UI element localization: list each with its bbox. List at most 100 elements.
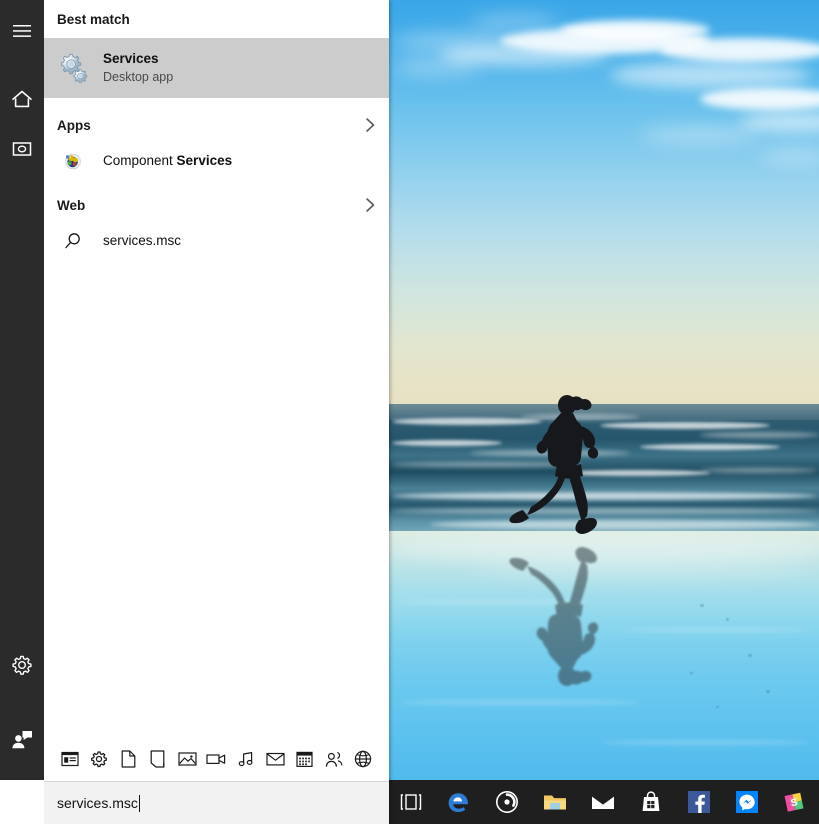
text-caret bbox=[139, 795, 140, 812]
result-text-web: services.msc bbox=[103, 232, 181, 250]
cloud bbox=[610, 62, 810, 88]
filter-people-button[interactable] bbox=[322, 745, 346, 773]
document-icon bbox=[121, 750, 136, 768]
home-icon bbox=[11, 89, 33, 109]
cloud bbox=[640, 128, 760, 142]
surf-line bbox=[392, 492, 818, 500]
wave bbox=[640, 444, 780, 450]
group-header-label: Apps bbox=[57, 118, 91, 133]
search-input-value: services.msc bbox=[57, 795, 138, 811]
sand-speck bbox=[690, 672, 693, 674]
groove-circle-icon bbox=[495, 790, 519, 814]
rail-bottom-group bbox=[0, 642, 44, 780]
photo-icon bbox=[178, 751, 197, 767]
chevron-right-icon[interactable] bbox=[361, 116, 379, 134]
folder-page-icon bbox=[150, 750, 165, 768]
cloud bbox=[470, 16, 560, 28]
filter-videos-button[interactable] bbox=[204, 745, 228, 773]
rail-item-hamburger-menu[interactable] bbox=[0, 8, 44, 54]
ripple bbox=[600, 740, 810, 745]
taskbar-item-microsoft-store[interactable] bbox=[627, 780, 675, 824]
rail-item-feedback[interactable] bbox=[0, 716, 44, 762]
wave bbox=[392, 440, 502, 446]
rail-item-notebook[interactable] bbox=[0, 126, 44, 172]
taskbar-item-messenger[interactable] bbox=[723, 780, 771, 824]
store-bag-icon bbox=[640, 790, 662, 814]
facebook-icon bbox=[687, 790, 711, 814]
ripple bbox=[620, 628, 810, 632]
filter-settings-button[interactable] bbox=[87, 745, 111, 773]
music-note-icon bbox=[237, 750, 255, 768]
taskbar-item-microsoft-edge[interactable] bbox=[435, 780, 483, 824]
sand-speck bbox=[766, 690, 770, 693]
cloud bbox=[392, 60, 482, 74]
sand-speck bbox=[700, 604, 704, 607]
filter-photos-button[interactable] bbox=[175, 745, 199, 773]
cloud bbox=[560, 20, 710, 40]
cloud bbox=[392, 34, 512, 50]
result-row-services[interactable]: Services Desktop app bbox=[44, 38, 389, 98]
people-icon bbox=[325, 750, 343, 768]
filter-calendar-button[interactable] bbox=[292, 745, 316, 773]
search-rail bbox=[0, 0, 44, 780]
filter-folders-button[interactable] bbox=[146, 745, 170, 773]
wave bbox=[700, 468, 818, 473]
result-subtitle: Desktop app bbox=[103, 69, 173, 86]
filter-web-button[interactable] bbox=[351, 745, 375, 773]
sand-speck bbox=[748, 654, 752, 657]
search-input[interactable]: services.msc bbox=[44, 781, 389, 824]
result-title-plain: Component bbox=[103, 153, 177, 168]
wave bbox=[600, 422, 770, 429]
surf-line bbox=[430, 520, 819, 529]
component-services-icon bbox=[57, 151, 89, 171]
services-gears-icon bbox=[57, 52, 89, 84]
result-row-web-servicesmsc[interactable]: services.msc bbox=[44, 224, 389, 258]
group-header-apps: Apps bbox=[44, 106, 389, 144]
rail-item-settings[interactable] bbox=[0, 642, 44, 688]
sand-sheen bbox=[392, 536, 819, 562]
envelope-icon bbox=[266, 752, 285, 766]
feedback-person-icon bbox=[10, 728, 34, 750]
taskbar-app-list: S bbox=[387, 780, 819, 824]
app-window-icon bbox=[61, 751, 79, 767]
search-magnifier-icon bbox=[57, 231, 89, 251]
calendar-icon bbox=[296, 750, 313, 768]
taskbar-item-sway[interactable]: S bbox=[771, 780, 819, 824]
filter-documents-button[interactable] bbox=[117, 745, 141, 773]
rail-item-home[interactable] bbox=[0, 76, 44, 122]
group-header-label: Best match bbox=[57, 12, 130, 27]
ripple bbox=[400, 700, 640, 705]
search-filter-bar bbox=[44, 736, 389, 780]
filter-music-button[interactable] bbox=[234, 745, 258, 773]
taskbar-item-facebook[interactable] bbox=[675, 780, 723, 824]
result-title: Services bbox=[103, 50, 173, 68]
runner-silhouette bbox=[495, 392, 605, 540]
group-header-label: Web bbox=[57, 198, 85, 213]
result-text-services: Services Desktop app bbox=[103, 50, 173, 85]
group-header-web: Web bbox=[44, 186, 389, 224]
task-view-icon bbox=[400, 792, 422, 812]
filter-email-button[interactable] bbox=[263, 745, 287, 773]
result-text-component-services: Component Services bbox=[103, 152, 232, 170]
result-row-component-services[interactable]: Component Services bbox=[44, 144, 389, 178]
video-camera-icon bbox=[206, 752, 226, 766]
hamburger-icon bbox=[12, 24, 32, 38]
group-header-best-match: Best match bbox=[44, 0, 389, 38]
surf-line bbox=[392, 508, 818, 514]
mail-envelope-icon bbox=[590, 792, 616, 812]
chevron-right-icon[interactable] bbox=[361, 196, 379, 214]
search-results-pane: Best match bbox=[44, 0, 389, 780]
edge-icon bbox=[446, 789, 472, 815]
cloud bbox=[660, 38, 819, 62]
taskbar-item-file-explorer[interactable] bbox=[531, 780, 579, 824]
taskbar-item-task-view[interactable] bbox=[387, 780, 435, 824]
gear-icon bbox=[90, 750, 108, 768]
runner-reflection bbox=[495, 540, 605, 690]
result-title: services.msc bbox=[103, 232, 181, 250]
messenger-icon bbox=[735, 790, 759, 814]
wave bbox=[700, 432, 819, 438]
filter-apps-button[interactable] bbox=[58, 745, 82, 773]
search-flyout-panel: Best match bbox=[0, 0, 389, 824]
taskbar-item-groove-music[interactable] bbox=[483, 780, 531, 824]
taskbar-item-mail[interactable] bbox=[579, 780, 627, 824]
